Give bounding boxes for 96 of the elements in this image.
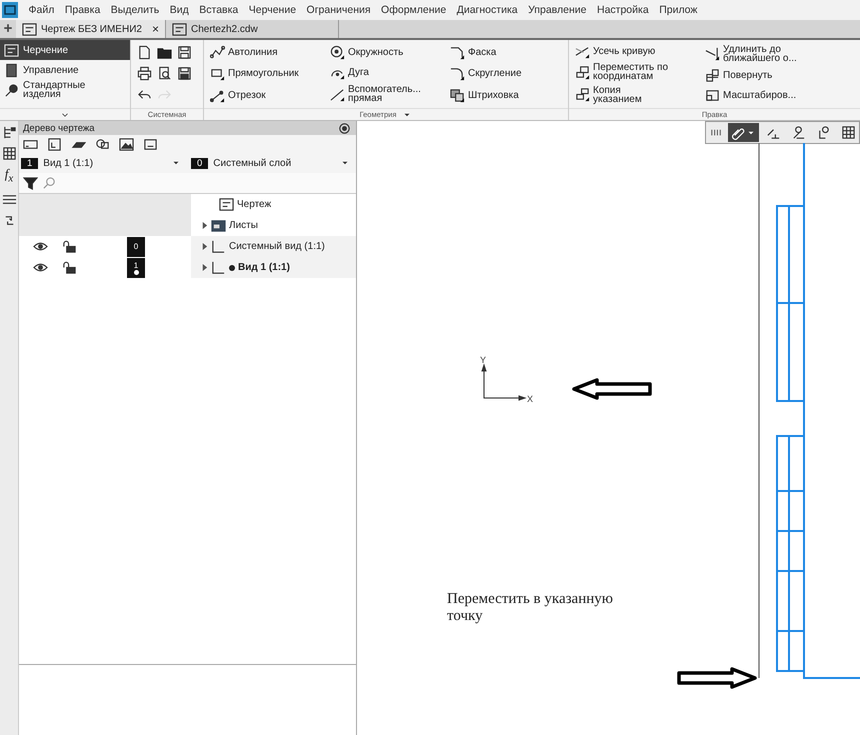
rotate-icon — [705, 68, 720, 83]
hatch-icon — [450, 88, 465, 103]
tool-button[interactable]: Повернуть — [705, 68, 827, 83]
layer-number: 1 — [127, 258, 145, 278]
grid-icon — [841, 125, 856, 140]
tool-button[interactable]: Масштабиров... — [705, 88, 827, 104]
tool-button[interactable]: Штриховка — [450, 88, 562, 103]
menu-item[interactable]: Настройка — [596, 4, 649, 16]
layer-number: 0 — [191, 158, 208, 168]
shapes-icon[interactable] — [95, 136, 110, 152]
document-icon[interactable] — [137, 45, 152, 60]
view-dropdown[interactable]: 1 Вид 1 (1:1) — [21, 153, 185, 173]
drawing-icon — [22, 22, 37, 36]
menu-item[interactable]: Оформление — [381, 4, 446, 16]
menu-item[interactable]: Выделить — [110, 4, 160, 16]
axis-label: Y — [480, 355, 486, 365]
pin-icon — [4, 82, 19, 98]
mode-button[interactable]: Черчение — [0, 40, 130, 60]
close-tab-button[interactable]: × — [152, 22, 159, 36]
new-tab-button[interactable]: + — [0, 20, 16, 38]
settings-icon[interactable] — [337, 120, 352, 136]
tool-button[interactable]: Вспомогатель... прямая — [330, 85, 442, 104]
instruction-text: Переместить в указанную точку — [447, 591, 614, 625]
tool-button[interactable]: Дуга — [330, 64, 442, 80]
corner-icon[interactable] — [47, 136, 62, 152]
document-icon — [4, 62, 19, 78]
open-padlock-icon[interactable] — [62, 239, 77, 254]
snap-icon — [791, 125, 806, 140]
tool-button[interactable]: Скругление — [450, 66, 562, 82]
copy-icon — [575, 87, 590, 102]
formula-icon[interactable]: f$_{x}$ — [4, 167, 14, 186]
menu-item[interactable]: Вид — [170, 4, 189, 16]
menu-item[interactable]: Прилож — [659, 4, 698, 16]
tool-button[interactable]: Усечь кривую — [575, 44, 697, 60]
drawing-icon — [219, 197, 234, 212]
menu-item[interactable]: Правка — [64, 4, 100, 16]
coordinate-axes-drawing — [481, 363, 527, 401]
mode-button[interactable]: Управление — [0, 60, 130, 80]
printer-icon[interactable] — [137, 66, 152, 81]
panel-title: Дерево чертежа — [23, 122, 95, 134]
drawing-icon — [4, 42, 19, 58]
circle-icon — [330, 44, 345, 60]
search-icon — [42, 176, 57, 190]
fillet-icon — [450, 66, 465, 82]
image-icon[interactable] — [119, 136, 134, 152]
chamfer-icon — [450, 45, 465, 60]
folder-icon[interactable] — [157, 45, 172, 60]
tool-button[interactable]: Отрезок — [210, 88, 322, 103]
menu-item[interactable]: Черчение — [248, 4, 296, 16]
rectangle-icon — [210, 66, 225, 82]
expand-arrow-icon[interactable] — [201, 222, 208, 229]
tree-item[interactable]: Вид 1 (1:1) — [238, 262, 290, 273]
tool-button[interactable]: Удлинить до ближайшего о... — [705, 44, 827, 63]
tool-button[interactable]: Автолиния — [210, 45, 322, 60]
tab-title: Chertezh2.cdw — [190, 24, 258, 34]
tool-button[interactable]: Переместить по координатам — [575, 63, 697, 82]
document-tab[interactable]: Чертеж БЕЗ ИМЕНИ2 × — [16, 20, 166, 38]
diagonal-line-icon — [330, 86, 345, 102]
tree-icon[interactable] — [2, 125, 16, 140]
tool-button[interactable]: Фаска — [450, 45, 562, 60]
view-frame-icon — [211, 239, 226, 254]
grid-icon[interactable] — [2, 146, 16, 161]
extend-icon — [705, 46, 720, 62]
tool-button[interactable]: Окружность — [330, 44, 442, 60]
tab-title: Чертеж БЕЗ ИМЕНИ2 — [41, 24, 142, 34]
tree-item[interactable]: Чертеж — [237, 199, 272, 210]
current-view-icon — [229, 264, 235, 270]
polyline-icon — [210, 45, 225, 60]
snap-button[interactable] — [728, 123, 759, 142]
view-frame-icon — [211, 260, 226, 275]
snap-icon — [816, 125, 831, 140]
mode-button[interactable]: Стандартные изделия — [0, 80, 130, 100]
tool-button[interactable]: Прямоугольник — [210, 66, 322, 82]
scale-icon — [705, 88, 720, 104]
line-segment-icon — [210, 88, 225, 103]
menu-item[interactable]: Ограничения — [306, 4, 371, 16]
magnifier-page-icon[interactable] — [157, 66, 172, 81]
layer-number: 0 — [127, 236, 145, 256]
frame-icon[interactable] — [143, 136, 158, 152]
open-padlock-icon[interactable] — [62, 260, 77, 275]
app-logo-icon — [2, 2, 18, 18]
view-number: 1 — [21, 158, 38, 168]
drawing-icon — [172, 22, 187, 36]
move-icon — [575, 64, 590, 80]
menu-item[interactable]: Вставка — [199, 4, 238, 16]
layer-dropdown[interactable]: 0 Системный слой — [191, 153, 354, 173]
filter-icon[interactable] — [23, 176, 38, 190]
tool-button[interactable]: Копия указанием — [575, 86, 697, 104]
expand-arrow-icon[interactable] — [201, 264, 208, 271]
menu-item[interactable]: Диагностика — [456, 4, 518, 16]
tree-item[interactable]: Листы — [229, 220, 258, 231]
axis-label: X — [527, 394, 534, 404]
expand-arrow-icon[interactable] — [201, 243, 208, 250]
folder-icon — [211, 218, 226, 233]
menu-item[interactable]: Управление — [528, 4, 586, 16]
menu-item[interactable]: Файл — [28, 4, 54, 16]
